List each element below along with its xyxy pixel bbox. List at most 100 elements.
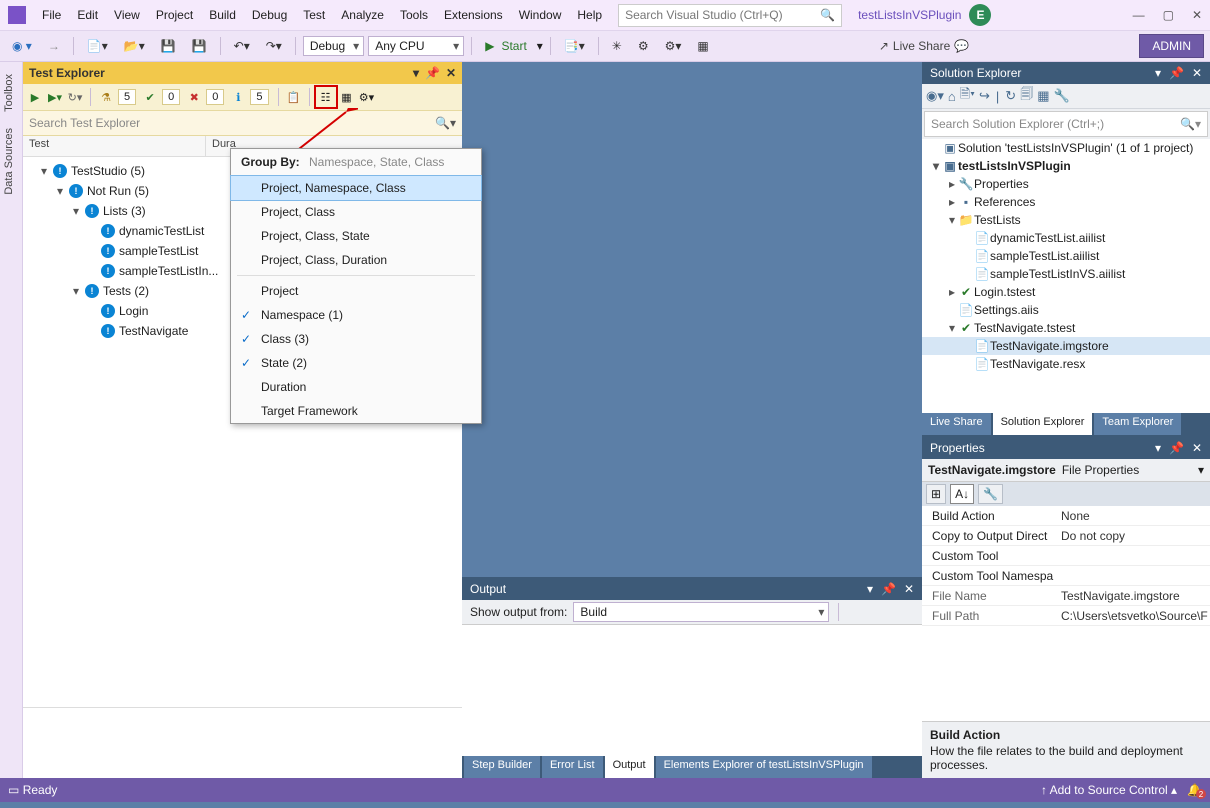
columns-button[interactable]: ▦ (339, 89, 355, 105)
se-pin-icon[interactable]: 📌 (1169, 66, 1184, 80)
groupby-option[interactable]: Project, Class, Duration (231, 248, 481, 272)
pin-icon[interactable]: 📌 (425, 66, 440, 80)
repeat-button[interactable]: ↻▾ (67, 89, 83, 105)
redo-button[interactable]: ↷▾ (260, 37, 288, 55)
side-tab-toolbox[interactable]: Toolbox (0, 66, 22, 120)
solution-explorer-search[interactable]: Search Solution Explorer (Ctrl+;) 🔍▾ (924, 111, 1208, 137)
close-panel-icon[interactable]: ✕ (446, 66, 456, 80)
nav-back-button[interactable]: ◉ ▾ (6, 37, 38, 55)
solution-item[interactable]: ▣ Solution 'testListsInVSPlugin' (1 of 1… (922, 139, 1210, 157)
solution-item[interactable]: 📄 Settings.aiis (922, 301, 1210, 319)
extra-button-2[interactable]: ✳ (606, 37, 628, 55)
playlist-button[interactable]: 📋 (286, 89, 302, 105)
feedback-icon[interactable]: 💬 (954, 39, 969, 53)
nav-forward-button[interactable]: → (42, 37, 66, 55)
solution-item[interactable]: ▸🔧 Properties (922, 175, 1210, 193)
groupby-option[interactable]: Project, Namespace, Class (230, 175, 482, 201)
solution-item[interactable]: ▸▪ References (922, 193, 1210, 211)
se-tab[interactable]: Team Explorer (1094, 413, 1181, 435)
solution-item[interactable]: ▸✔ Login.tstest (922, 283, 1210, 301)
groupby-option[interactable]: Project, Class, State (231, 224, 481, 248)
se-sync-icon[interactable]: 🗎▾ (960, 85, 975, 107)
solution-item[interactable]: ▾✔ TestNavigate.tstest (922, 319, 1210, 337)
groupby-button[interactable]: ☷ (317, 88, 335, 106)
property-row[interactable]: Copy to Output DirectDo not copy (922, 526, 1210, 546)
menu-extensions[interactable]: Extensions (436, 4, 511, 26)
extra-button-3[interactable]: ⚙ (632, 37, 655, 55)
close-button[interactable]: ✕ (1192, 8, 1202, 22)
se-home-button[interactable]: ◉▾ (926, 88, 944, 104)
maximize-button[interactable]: ▢ (1163, 8, 1174, 22)
properties-header[interactable]: TestNavigate.imgstore File Properties ▾ (922, 459, 1210, 482)
se-home-icon[interactable]: ⌂ (948, 89, 956, 104)
solution-item[interactable]: 📄 sampleTestListInVS.aiilist (922, 265, 1210, 283)
configuration-dropdown[interactable]: Debug (303, 36, 364, 56)
save-all-button[interactable]: 💾 (186, 37, 213, 55)
menu-window[interactable]: Window (511, 4, 570, 26)
save-button[interactable]: 💾 (155, 37, 182, 55)
groupby-option[interactable]: Namespace (1) (231, 303, 481, 327)
live-share-button[interactable]: Live Share (893, 39, 950, 53)
props-pin-icon[interactable]: 📌 (1169, 441, 1184, 455)
menu-build[interactable]: Build (201, 4, 244, 26)
output-close-icon[interactable]: ✕ (904, 582, 914, 596)
extra-button-1[interactable]: 📑▾ (558, 37, 591, 55)
column-test[interactable]: Test (23, 136, 206, 156)
property-row[interactable]: Custom Tool Namespa (922, 566, 1210, 586)
props-wrench-button[interactable]: 🔧 (978, 484, 1003, 504)
run-button[interactable]: ▶▾ (47, 89, 63, 105)
solution-item[interactable]: 📄 TestNavigate.resx (922, 355, 1210, 373)
se-tab[interactable]: Solution Explorer (993, 413, 1093, 435)
menu-help[interactable]: Help (569, 4, 610, 26)
minimize-button[interactable]: ― (1133, 8, 1145, 22)
se-tab[interactable]: Live Share (922, 413, 991, 435)
show-output-dropdown[interactable]: Build (573, 602, 829, 622)
search-vs-input[interactable]: Search Visual Studio (Ctrl+Q) 🔍 (618, 4, 842, 27)
undo-button[interactable]: ↶▾ (228, 37, 256, 55)
open-file-button[interactable]: 📂▾ (118, 37, 151, 55)
solution-item[interactable]: 📄 TestNavigate.imgstore (922, 337, 1210, 355)
output-tab[interactable]: Output (605, 756, 654, 778)
settings-button[interactable]: ⚙▾ (359, 89, 375, 105)
user-badge[interactable]: E (969, 4, 991, 26)
props-alpha-button[interactable]: A↓ (950, 484, 974, 504)
menu-project[interactable]: Project (148, 4, 201, 26)
menu-test[interactable]: Test (295, 4, 333, 26)
se-close-icon[interactable]: ✕ (1192, 66, 1202, 80)
output-tab[interactable]: Step Builder (464, 756, 540, 778)
se-dropdown-icon[interactable]: ▾ (1155, 66, 1161, 80)
property-row[interactable]: File NameTestNavigate.imgstore (922, 586, 1210, 606)
props-dropdown-icon[interactable]: ▾ (1155, 441, 1161, 455)
property-row[interactable]: Build ActionNone (922, 506, 1210, 526)
run-all-button[interactable]: ▶ (27, 89, 43, 105)
se-showall-icon[interactable]: ▦ (1037, 88, 1049, 104)
props-categorized-button[interactable]: ⊞ (926, 484, 946, 504)
output-tab[interactable]: Elements Explorer of testListsInVSPlugin (656, 756, 872, 778)
props-close-icon[interactable]: ✕ (1192, 441, 1202, 455)
output-pin-icon[interactable]: 📌 (881, 582, 896, 596)
extra-button-5[interactable]: ▦ (691, 37, 714, 55)
se-copy-icon[interactable]: 🗐 (1020, 85, 1033, 107)
output-dropdown-icon[interactable]: ▾ (867, 582, 873, 596)
output-tab[interactable]: Error List (542, 756, 603, 778)
solution-item[interactable]: ▾📁 TestLists (922, 211, 1210, 229)
menu-edit[interactable]: Edit (69, 4, 106, 26)
groupby-option[interactable]: Duration (231, 375, 481, 399)
property-row[interactable]: Custom Tool (922, 546, 1210, 566)
menu-file[interactable]: File (34, 4, 69, 26)
platform-dropdown[interactable]: Any CPU (368, 36, 464, 56)
se-properties-icon[interactable]: 🔧 (1054, 88, 1070, 104)
groupby-option[interactable]: Class (3) (231, 327, 481, 351)
property-row[interactable]: Full PathC:\Users\etsvetko\Source\F (922, 606, 1210, 626)
se-refresh-icon[interactable]: ↻ (1005, 88, 1016, 104)
groupby-option[interactable]: Target Framework (231, 399, 481, 423)
output-body[interactable] (462, 625, 922, 756)
solution-item[interactable]: 📄 dynamicTestList.aiilist (922, 229, 1210, 247)
menu-analyze[interactable]: Analyze (333, 4, 392, 26)
se-arrow-icon[interactable]: ↪ (979, 88, 990, 104)
groupby-option[interactable]: Project, Class (231, 200, 481, 224)
menu-debug[interactable]: Debug (244, 4, 295, 26)
start-button[interactable]: Start (479, 37, 533, 55)
groupby-option[interactable]: State (2) (231, 351, 481, 375)
menu-view[interactable]: View (106, 4, 148, 26)
